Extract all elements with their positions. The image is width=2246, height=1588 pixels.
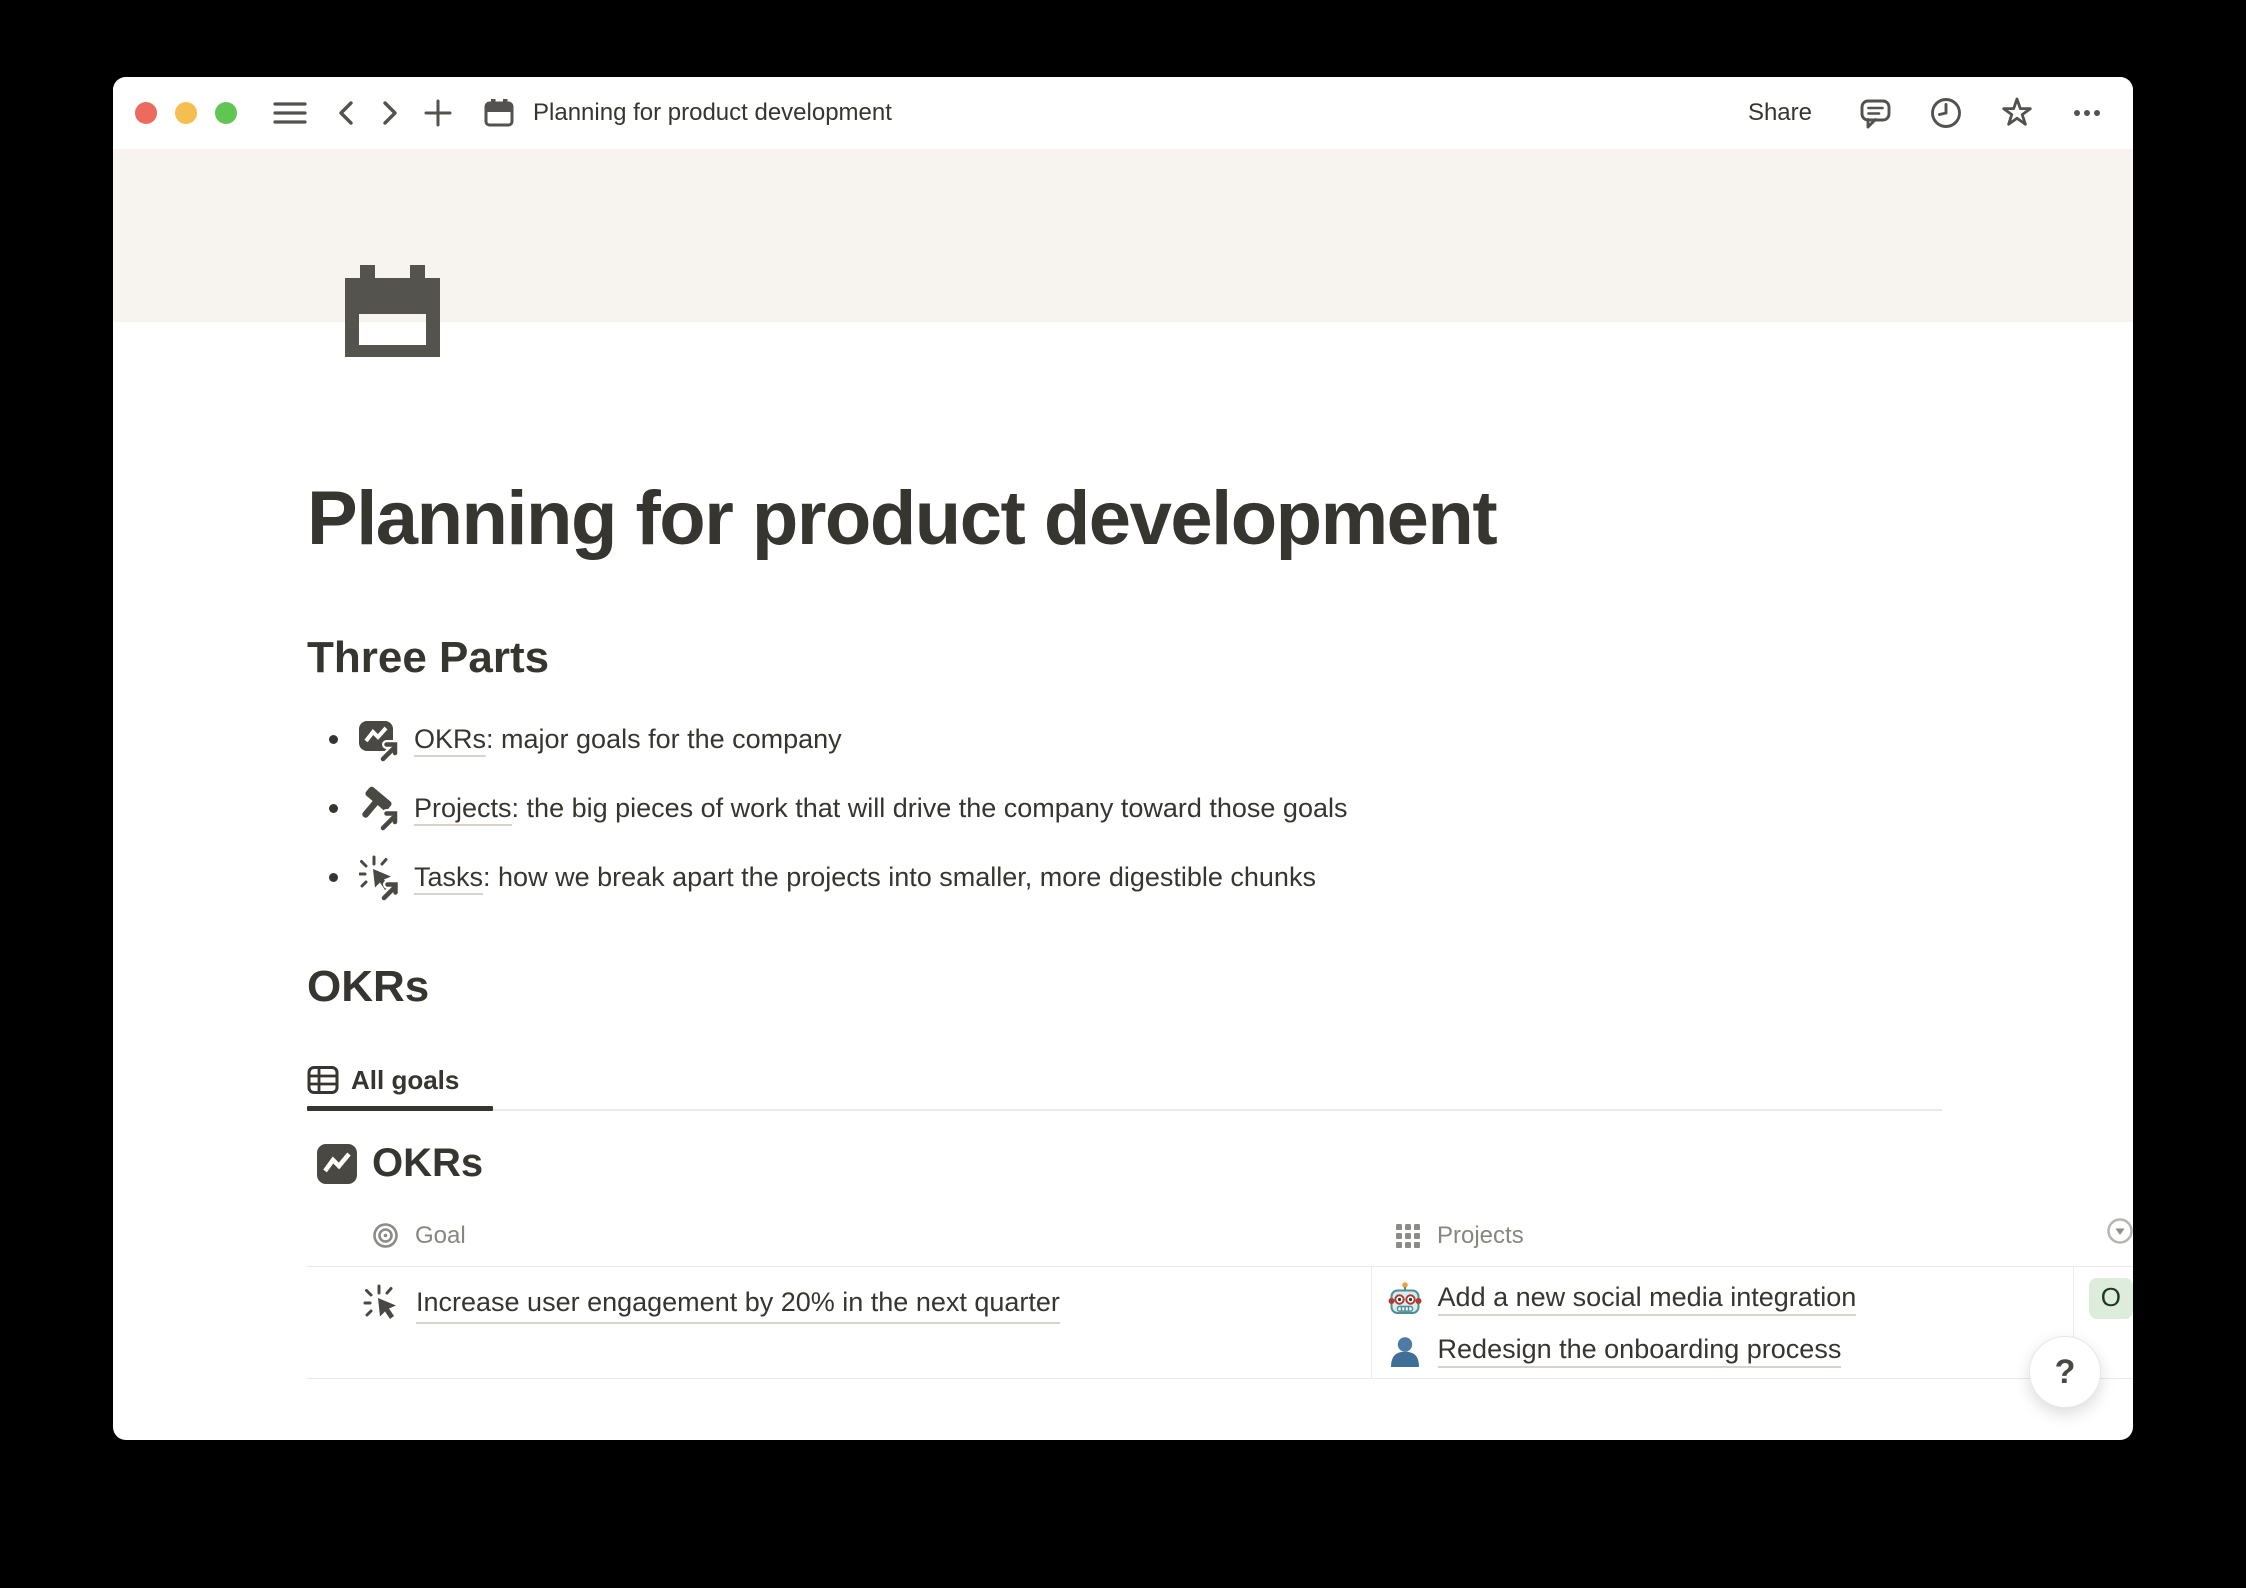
collision-link-icon: [359, 855, 399, 901]
zoom-window-button[interactable]: [215, 102, 237, 124]
column-header-projects[interactable]: Projects: [1379, 1205, 2087, 1266]
column-header-goal[interactable]: Goal: [307, 1205, 1379, 1266]
chart-increasing-link-icon: [359, 717, 399, 763]
sidebar-menu-icon[interactable]: [273, 100, 307, 126]
list-item-text: Tasks: how we break apart the projects i…: [414, 862, 1316, 893]
forward-icon[interactable]: [381, 100, 399, 126]
bullet-dot: [329, 735, 338, 744]
back-icon[interactable]: [337, 100, 355, 126]
list-item-rest: : major goals for the company: [486, 724, 842, 754]
tabbar-divider: [307, 1109, 1942, 1111]
favorite-star-icon[interactable]: [1999, 96, 2035, 130]
list-item-rest: : how we break apart the projects into s…: [483, 862, 1316, 892]
new-page-icon[interactable]: [423, 98, 453, 128]
list-item-text: OKRs: major goals for the company: [414, 724, 842, 755]
more-options-icon[interactable]: [2071, 98, 2103, 128]
updates-clock-icon[interactable]: [1929, 96, 1963, 130]
calendar-icon: [483, 98, 515, 128]
goal-cell[interactable]: Increase user engagement by 20% in the n…: [307, 1267, 1371, 1378]
goal-link[interactable]: Increase user engagement by 20% in the n…: [416, 1283, 1060, 1324]
okrs-page-link[interactable]: OKRs: [414, 724, 486, 757]
list-item-text: Projects: the big pieces of work that wi…: [414, 793, 1347, 824]
window-controls: [135, 102, 237, 124]
target-icon: [372, 1222, 399, 1249]
heading-three-parts[interactable]: Three Parts: [307, 633, 549, 683]
column-header-label: Goal: [415, 1222, 466, 1250]
database-title-row: OKRs: [317, 1141, 483, 1186]
close-window-button[interactable]: [135, 102, 157, 124]
list-item-rest: : the big pieces of work that will drive…: [512, 793, 1348, 823]
relation-grid-icon: [1395, 1223, 1421, 1249]
minimize-window-button[interactable]: [175, 102, 197, 124]
three-parts-list: OKRs: major goals for the company Projec…: [307, 705, 1347, 912]
toolbar: Planning for product development Share: [113, 77, 2133, 149]
hammer-link-icon: [359, 786, 399, 832]
projects-cell[interactable]: Add a new social media integration Redes…: [1371, 1267, 2073, 1378]
person-silhouette-emoji: [1388, 1334, 1422, 1368]
project-link-row[interactable]: Add a new social media integration: [1388, 1273, 2063, 1325]
list-item: Projects: the big pieces of work that wi…: [307, 774, 1347, 843]
table-view-icon: [307, 1064, 339, 1096]
breadcrumb-page-title[interactable]: Planning for product development: [533, 99, 892, 127]
collision-icon: [363, 1283, 401, 1323]
list-item: Tasks: how we break apart the projects i…: [307, 843, 1347, 912]
tasks-page-link[interactable]: Tasks: [414, 862, 483, 895]
table-header-row: Goal Projects: [307, 1205, 2133, 1266]
robot-emoji: [1388, 1282, 1422, 1316]
database-title[interactable]: OKRs: [372, 1141, 483, 1186]
tab-all-goals[interactable]: All goals: [307, 1064, 459, 1096]
column-header-label: Projects: [1437, 1222, 1524, 1250]
bullet-dot: [329, 873, 338, 882]
help-button[interactable]: ?: [2029, 1336, 2101, 1408]
projects-page-link[interactable]: Projects: [414, 793, 512, 826]
heading-okrs[interactable]: OKRs: [307, 962, 429, 1012]
comments-icon[interactable]: [1858, 97, 1893, 130]
hidden-columns-toggle-icon[interactable]: [2106, 1217, 2133, 1245]
chart-increasing-icon: [317, 1144, 357, 1184]
view-tabs: All goals: [307, 1055, 459, 1105]
project-link[interactable]: Redesign the onboarding process: [1438, 1334, 1842, 1368]
tab-label: All goals: [351, 1065, 459, 1096]
notion-window: Planning for product development Share P…: [113, 77, 2133, 1440]
bullet-dot: [329, 804, 338, 813]
project-link[interactable]: Add a new social media integration: [1438, 1282, 1857, 1316]
status-badge: O: [2089, 1278, 2133, 1319]
page-title[interactable]: Planning for product development: [307, 475, 1496, 562]
table-row[interactable]: Increase user engagement by 20% in the n…: [307, 1266, 2133, 1379]
page-icon-calendar[interactable]: [334, 253, 451, 370]
project-link-row[interactable]: Redesign the onboarding process: [1388, 1325, 2063, 1377]
active-tab-underline: [307, 1106, 493, 1111]
share-button[interactable]: Share: [1748, 99, 1812, 127]
list-item: OKRs: major goals for the company: [307, 705, 1347, 774]
